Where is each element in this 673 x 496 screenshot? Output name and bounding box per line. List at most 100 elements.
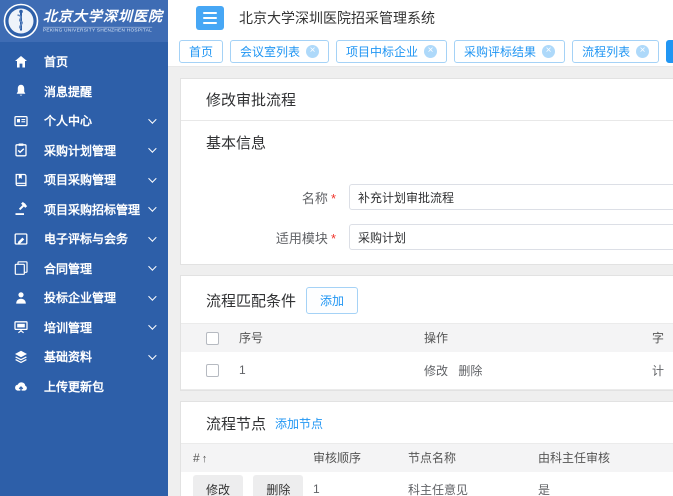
sidebar-item-notifications[interactable]: 消息提醒 <box>0 77 168 107</box>
sidebar-item-project-procurement[interactable]: 项目采购管理 <box>0 165 168 195</box>
order-cell: 1 <box>307 472 402 496</box>
close-icon[interactable]: × <box>424 45 437 58</box>
hospital-logo-block: 北京大学深圳医院 PEKING UNIVERSITY SHENZHEN HOSP… <box>0 0 168 42</box>
sidebar-item-personal-center[interactable]: 个人中心 <box>0 106 168 136</box>
name-field-label: 名称* <box>181 188 336 207</box>
sidebar-item-label: 上传更新包 <box>44 378 154 395</box>
column-header-order: 审核顺序 <box>307 444 402 472</box>
home-icon <box>13 54 29 70</box>
chevron-down-icon <box>148 174 156 182</box>
row-actions-cell: 修改 删除 <box>181 472 307 496</box>
sidebar-item-bidder-enterprise[interactable]: 投标企业管理 <box>0 283 168 313</box>
column-header-seq: 序号 <box>233 324 418 352</box>
delete-button[interactable]: 删除 <box>253 475 303 496</box>
gavel-icon <box>13 201 29 217</box>
chevron-down-icon <box>148 115 156 123</box>
edit-link[interactable]: 修改 <box>424 364 448 378</box>
hamburger-menu-icon[interactable] <box>196 6 224 30</box>
tab-process-list[interactable]: 流程列表 × <box>572 40 659 63</box>
form-row-name: 名称* <box>181 184 673 210</box>
app-window: 北京大学深圳医院 PEKING UNIVERSITY SHENZHEN HOSP… <box>0 0 673 496</box>
cloud-upload-icon <box>13 378 29 394</box>
column-header-node-name: 节点名称 <box>402 444 532 472</box>
presentation-icon <box>13 319 29 335</box>
tab-process[interactable]: 流程 × <box>666 40 673 63</box>
hospital-logo-icon <box>3 3 39 39</box>
system-title: 北京大学深圳医院招采管理系统 <box>239 8 435 28</box>
form-row-module: 适用模块* <box>181 224 673 250</box>
sidebar-item-label: 首页 <box>44 53 154 70</box>
tab-label: 首页 <box>189 43 213 60</box>
chevron-down-icon <box>148 233 156 241</box>
close-icon[interactable]: × <box>636 45 649 58</box>
sidebar-item-basic-data[interactable]: 基础资料 <box>0 342 168 372</box>
basic-info-card: 修改审批流程 基本信息 名称* 适用模块* <box>180 78 673 265</box>
sidebar-item-label: 项目采购招标管理 <box>44 201 148 218</box>
column-header-dept-review: 由科主任审核 <box>532 444 673 472</box>
add-condition-button[interactable]: 添加 <box>306 287 358 314</box>
sidebar-item-label: 消息提醒 <box>44 83 154 100</box>
chevron-down-icon <box>148 204 156 212</box>
tab-bar: 首页 会议室列表 × 项目中标企业 × 采购评标结果 × 流程列表 × 流程 × <box>168 36 673 67</box>
table-row: 1 修改 删除 计 <box>181 352 673 390</box>
add-node-link[interactable]: 添加节点 <box>275 415 323 432</box>
content-area: 修改审批流程 基本信息 名称* 适用模块* 流程匹配条件 <box>168 67 673 496</box>
flow-nodes-card: 流程节点 添加节点 #↑ 审核顺序 节点名称 由科主任审核 <box>180 401 673 496</box>
delete-link[interactable]: 删除 <box>458 364 482 378</box>
sidebar-item-label: 投标企业管理 <box>44 289 148 306</box>
column-header-clipped: 字 <box>646 324 673 352</box>
tab-home[interactable]: 首页 <box>179 40 223 63</box>
sidebar-item-upload-update[interactable]: 上传更新包 <box>0 372 168 402</box>
chevron-down-icon <box>148 145 156 153</box>
close-icon[interactable]: × <box>306 45 319 58</box>
hospital-name-en: PEKING UNIVERSITY SHENZHEN HOSPITAL <box>43 26 152 32</box>
seq-cell: 1 <box>233 352 418 390</box>
match-conditions-section-title: 流程匹配条件 <box>206 290 296 311</box>
tab-label: 流程列表 <box>582 43 630 60</box>
tab-label: 项目中标企业 <box>346 43 418 60</box>
clipped-cell: 计 <box>646 352 673 390</box>
row-checkbox[interactable] <box>206 364 219 377</box>
sidebar-menu: 首页 消息提醒 个人中心 采购计划管理 项目采购管理 <box>0 42 168 401</box>
table-row: 修改 删除 1 科主任意见 是 <box>181 472 673 496</box>
flow-nodes-section-title: 流程节点 <box>206 413 266 434</box>
dept-review-cell: 是 <box>532 472 673 496</box>
flow-nodes-table: #↑ 审核顺序 节点名称 由科主任审核 修改 删除 1 <box>181 443 673 496</box>
user-icon <box>13 290 29 306</box>
close-icon[interactable]: × <box>542 45 555 58</box>
sidebar: 北京大学深圳医院 PEKING UNIVERSITY SHENZHEN HOSP… <box>0 0 168 496</box>
page-title: 修改审批流程 <box>181 79 673 121</box>
name-input[interactable] <box>349 184 673 210</box>
sidebar-item-contract-management[interactable]: 合同管理 <box>0 254 168 284</box>
module-input[interactable] <box>349 224 673 250</box>
column-header-index: #↑ <box>181 444 307 472</box>
sidebar-item-training-management[interactable]: 培训管理 <box>0 313 168 343</box>
sidebar-item-label: 合同管理 <box>44 260 148 277</box>
sidebar-item-label: 个人中心 <box>44 112 148 129</box>
chevron-down-icon <box>148 292 156 300</box>
sidebar-item-label: 采购计划管理 <box>44 142 148 159</box>
node-name-cell: 科主任意见 <box>402 472 532 496</box>
sidebar-item-e-evaluation[interactable]: 电子评标与会务 <box>0 224 168 254</box>
tab-label: 会议室列表 <box>240 43 300 60</box>
actions-cell: 修改 删除 <box>418 352 646 390</box>
match-conditions-card: 流程匹配条件 添加 序号 操作 字 <box>180 275 673 391</box>
sidebar-item-procurement-plan[interactable]: 采购计划管理 <box>0 136 168 166</box>
top-header: 北京大学深圳医院招采管理系统 <box>168 0 673 36</box>
basic-info-section-title: 基本信息 <box>181 121 673 162</box>
hospital-name: 北京大学深圳医院 <box>43 9 168 23</box>
chevron-down-icon <box>148 322 156 330</box>
edit-button[interactable]: 修改 <box>193 475 243 496</box>
sidebar-item-home[interactable]: 首页 <box>0 47 168 77</box>
tab-meeting-room-list[interactable]: 会议室列表 × <box>230 40 329 63</box>
tab-evaluation-results[interactable]: 采购评标结果 × <box>454 40 565 63</box>
sort-ascending-icon[interactable]: ↑ <box>202 453 208 465</box>
tab-winning-enterprises[interactable]: 项目中标企业 × <box>336 40 447 63</box>
id-card-icon <box>13 113 29 129</box>
chevron-down-icon <box>148 263 156 271</box>
select-all-checkbox[interactable] <box>206 332 219 345</box>
main-area: 北京大学深圳医院招采管理系统 首页 会议室列表 × 项目中标企业 × 采购评标结… <box>168 0 673 496</box>
documents-icon <box>13 260 29 276</box>
sidebar-item-bidding-management[interactable]: 项目采购招标管理 <box>0 195 168 225</box>
layers-icon <box>13 349 29 365</box>
